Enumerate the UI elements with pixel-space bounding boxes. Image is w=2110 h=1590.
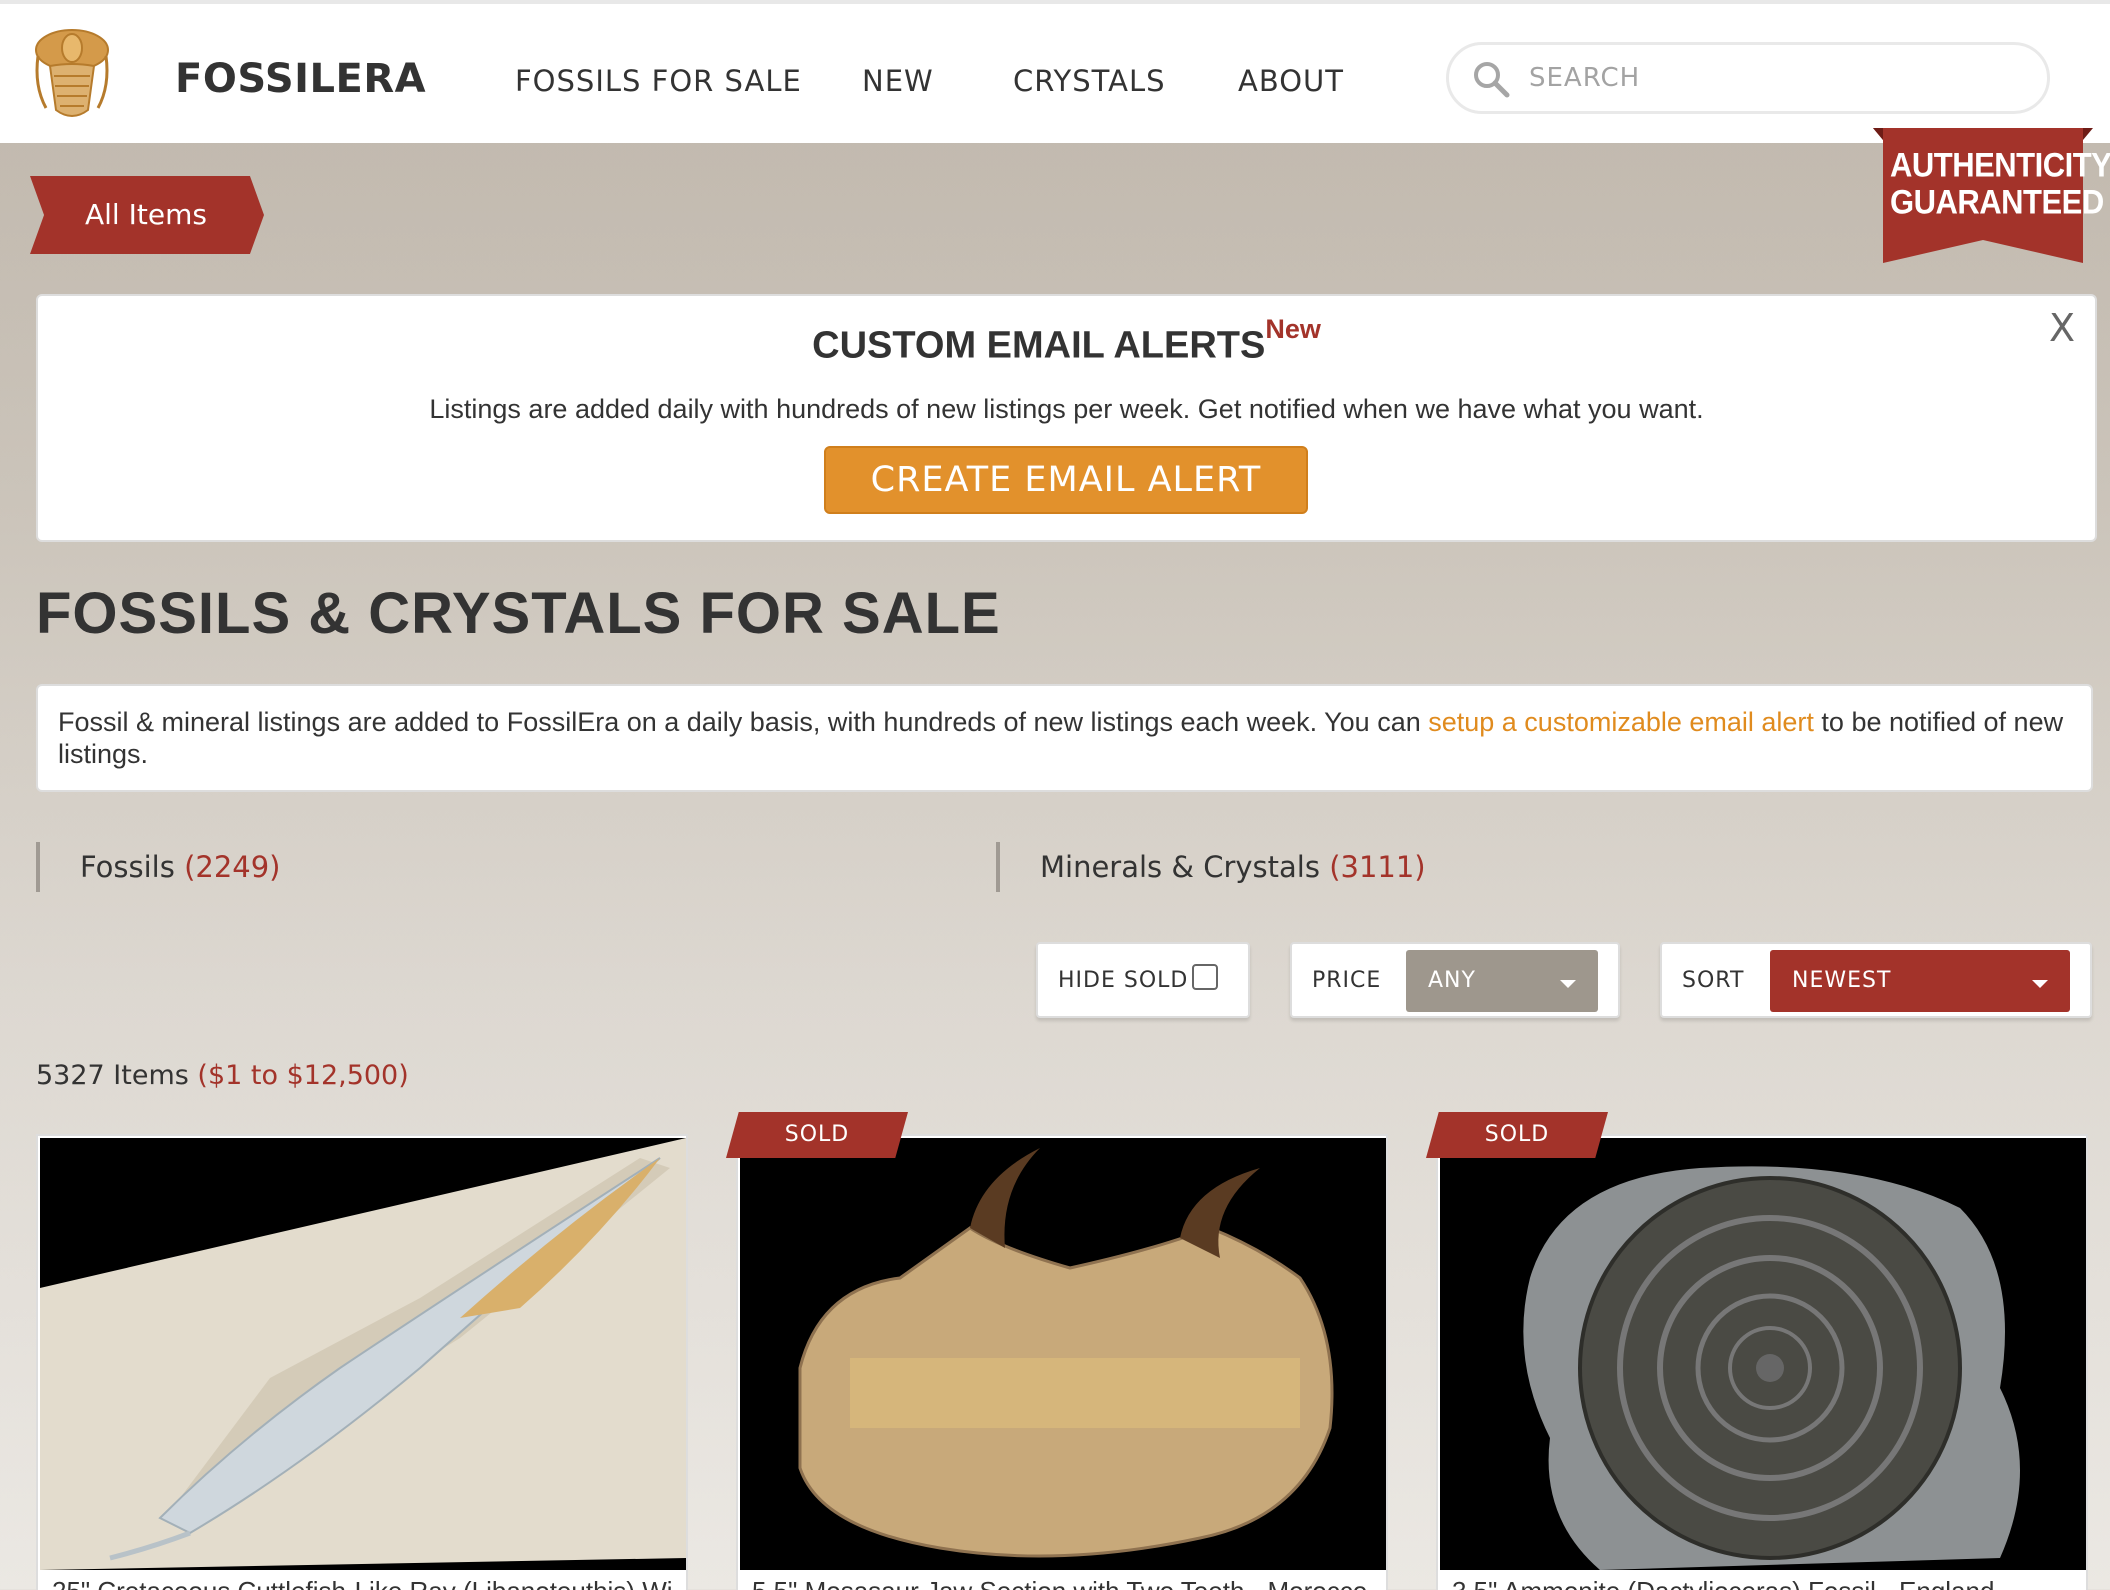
price-select[interactable]: ANY: [1406, 950, 1598, 1012]
site-header: FOSSILERA FOSSILS FOR SALE NEW CRYSTALS …: [0, 0, 2110, 143]
product-title[interactable]: 25" Cretaceous Cuttlefish-Like Ray (Liba…: [52, 1576, 672, 1590]
breadcrumb-all-items[interactable]: All Items: [30, 176, 264, 254]
nav-about[interactable]: ABOUT: [1238, 64, 1344, 98]
breadcrumb-label: All Items: [85, 198, 207, 231]
sort-filter: SORT NEWEST: [1660, 942, 2092, 1018]
chevron-down-icon: [2032, 980, 2048, 988]
product-card[interactable]: 5.5" Mosasaur Jaw Section with Two Teeth…: [736, 1134, 1388, 1590]
sold-ribbon: SOLD: [1426, 1112, 1608, 1158]
alert-title-text: CUSTOM EMAIL ALERTS: [812, 324, 1266, 367]
squid-fossil-image[interactable]: [40, 1138, 686, 1570]
sold-label: SOLD: [784, 1122, 850, 1147]
results-price-range: ($1 to $12,500): [197, 1060, 409, 1091]
results-count-text: 5327 Items: [36, 1060, 189, 1091]
hide-sold-checkbox[interactable]: [1192, 964, 1218, 990]
search-box: [1446, 42, 2050, 114]
product-title[interactable]: 3.5" Ammonite (Dactylioceras) Fossil - E…: [1452, 1576, 2072, 1590]
price-filter: PRICE ANY: [1290, 942, 1620, 1018]
sort-label: SORT: [1682, 968, 1745, 993]
product-card[interactable]: 25" Cretaceous Cuttlefish-Like Ray (Liba…: [36, 1134, 688, 1590]
category-fossils[interactable]: Fossils (2249): [36, 842, 281, 892]
intro-box: Fossil & mineral listings are added to F…: [36, 684, 2093, 792]
search-input[interactable]: [1529, 57, 2029, 99]
product-title[interactable]: 5.5" Mosasaur Jaw Section with Two Teeth…: [752, 1576, 1372, 1590]
search-icon[interactable]: [1471, 59, 1511, 99]
email-alert-banner: X CUSTOM EMAIL ALERTSNew Listings are ad…: [36, 294, 2097, 542]
create-email-alert-button[interactable]: CREATE EMAIL ALERT: [824, 446, 1308, 514]
results-count: 5327 Items ($1 to $12,500): [36, 1060, 409, 1091]
ammonite-image[interactable]: [1440, 1138, 2086, 1570]
category-minerals-crystals[interactable]: Minerals & Crystals (3111): [996, 842, 1426, 892]
category-count: (2249): [184, 850, 281, 884]
badge-line-2: GUARANTEED: [1890, 182, 2104, 222]
sort-select[interactable]: NEWEST: [1770, 950, 2070, 1012]
intro-text: Fossil & mineral listings are added to F…: [58, 707, 1429, 737]
price-label: PRICE: [1312, 968, 1382, 993]
alert-description: Listings are added daily with hundreds o…: [429, 394, 1704, 424]
alert-title: CUSTOM EMAIL ALERTSNew: [38, 314, 2095, 368]
mosasaur-jaw-image[interactable]: [740, 1138, 1386, 1570]
price-select-value: ANY: [1428, 968, 1476, 993]
sort-select-value: NEWEST: [1792, 968, 1892, 993]
authenticity-badge-text: AUTHENTICITY GUARANTEED: [1890, 145, 2110, 222]
category-label: Minerals & Crystals: [1040, 850, 1320, 884]
trilobite-logo-icon[interactable]: [30, 26, 114, 130]
sold-ribbon: SOLD: [726, 1112, 908, 1158]
email-alert-link[interactable]: setup a customizable email alert: [1428, 707, 1814, 737]
sold-label: SOLD: [1484, 1122, 1550, 1147]
hide-sold-filter: HIDE SOLD: [1036, 942, 1250, 1018]
badge-line-1: AUTHENTICITY: [1890, 145, 2110, 184]
new-tag: New: [1265, 314, 1321, 344]
category-count: (3111): [1329, 850, 1426, 884]
brand-name[interactable]: FOSSILERA: [175, 56, 426, 102]
category-label: Fossils: [80, 850, 175, 884]
hide-sold-label: HIDE SOLD: [1058, 968, 1189, 993]
chevron-down-icon: [1560, 980, 1576, 988]
nav-fossils-for-sale[interactable]: FOSSILS FOR SALE: [515, 64, 802, 98]
nav-crystals[interactable]: CRYSTALS: [1013, 64, 1166, 98]
page-title: FOSSILS & CRYSTALS FOR SALE: [36, 581, 1001, 646]
nav-new[interactable]: NEW: [862, 64, 934, 98]
product-card[interactable]: 3.5" Ammonite (Dactylioceras) Fossil - E…: [1436, 1134, 2088, 1590]
